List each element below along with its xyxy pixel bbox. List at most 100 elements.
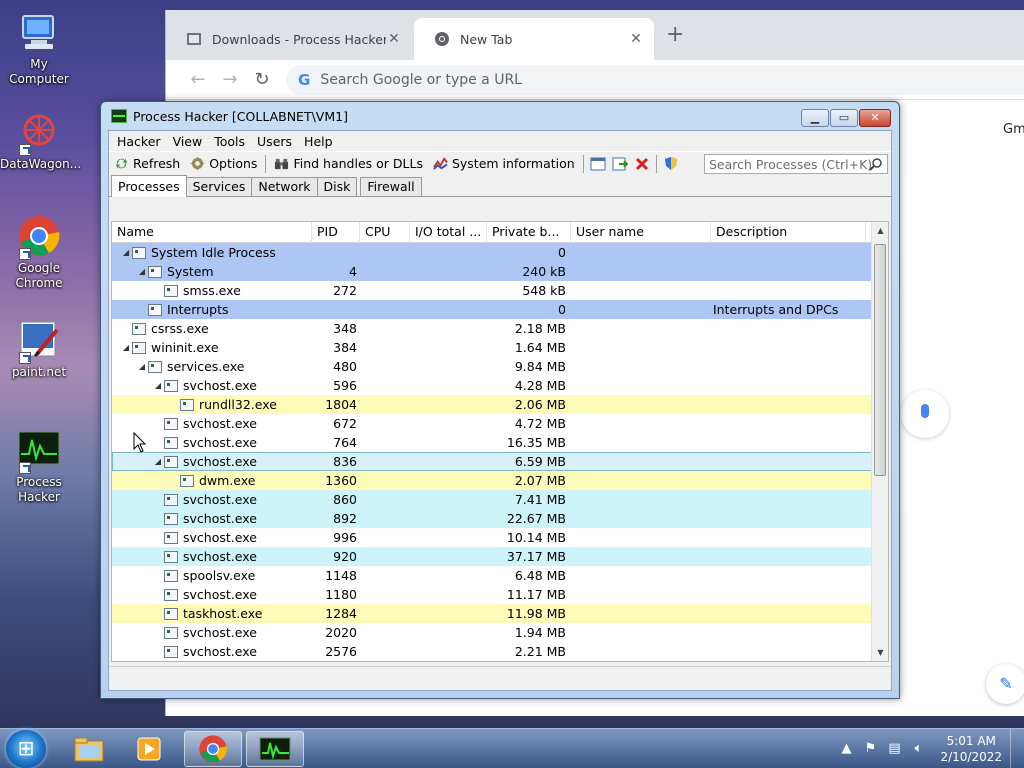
terminate-process-icon[interactable] — [631, 155, 653, 173]
tree-expander-icon[interactable]: ◢ — [152, 452, 164, 471]
window-go-icon[interactable] — [609, 155, 631, 173]
process-row[interactable]: svchost.exe 920 37.17 MB — [112, 547, 888, 566]
taskbar-process-hacker[interactable] — [246, 731, 304, 767]
column-user-name[interactable]: User name — [571, 222, 711, 243]
column-io-total[interactable]: I/O total ... — [410, 222, 487, 243]
process-row[interactable]: ◢ System Idle Process 0 — [112, 243, 888, 262]
window-properties-icon[interactable] — [587, 155, 609, 173]
menu-view[interactable]: View — [167, 134, 209, 149]
vertical-scrollbar[interactable]: ▲ ▼ — [871, 222, 888, 661]
volume-icon[interactable]: 🔈︎ — [909, 740, 927, 758]
tab-disk[interactable]: Disk — [316, 177, 358, 196]
scrollbar-thumb[interactable] — [874, 244, 886, 476]
back-arrow-icon[interactable]: ← — [182, 69, 214, 90]
process-row[interactable]: svchost.exe 764 16.35 MB — [112, 433, 888, 452]
column-description[interactable]: Description — [711, 222, 866, 243]
tab-network[interactable]: Network — [251, 177, 318, 196]
new-tab-button[interactable]: + — [666, 22, 684, 48]
process-row[interactable]: svchost.exe 672 4.72 MB — [112, 414, 888, 433]
find-handles-button[interactable]: Find handles or DLLs — [269, 156, 428, 171]
desktop-icon-google-chrome[interactable]: Google Chrome — [0, 214, 78, 291]
network-icon[interactable]: ▤ — [885, 740, 903, 758]
desktop-icon-process-hacker[interactable]: Process Hacker — [0, 428, 78, 505]
show-hidden-icons-arrow-icon[interactable]: ▲ — [837, 740, 855, 758]
process-row[interactable]: ◢ svchost.exe 836 6.59 MB — [112, 452, 888, 471]
process-row[interactable]: SearchIndexer.exe 2632 21.99 MB — [112, 661, 888, 662]
process-name: wininit.exe — [151, 340, 219, 355]
process-row[interactable]: taskhost.exe 1284 11.98 MB — [112, 604, 888, 623]
tab-processes[interactable]: Processes — [111, 175, 187, 197]
tab-services[interactable]: Services — [185, 177, 253, 196]
reload-icon[interactable]: ↻ — [246, 69, 278, 90]
minimize-button[interactable]: ▁ — [801, 109, 829, 127]
scroll-up-arrow-icon[interactable]: ▲ — [872, 222, 888, 239]
gmail-link[interactable]: Gm — [1003, 122, 1024, 137]
menu-tools[interactable]: Tools — [208, 134, 251, 149]
process-row[interactable]: rundll32.exe 1804 2.06 MB — [112, 395, 888, 414]
close-button[interactable]: ✕ — [859, 109, 891, 127]
forward-arrow-icon[interactable]: → — [214, 69, 246, 90]
tree-expander-icon[interactable]: ◢ — [120, 243, 132, 262]
menu-help[interactable]: Help — [298, 134, 339, 149]
tab-firewall[interactable]: Firewall — [360, 177, 422, 196]
chrome-tab-downloads[interactable]: Downloads - Process Hacker ✕ — [166, 18, 412, 60]
window-titlebar[interactable]: Process Hacker [COLLABNET\VM1] ▁ ▭ ✕ — [101, 102, 899, 130]
process-row[interactable]: ◢ svchost.exe 596 4.28 MB — [112, 376, 888, 395]
process-row[interactable]: ◢ services.exe 480 9.84 MB — [112, 357, 888, 376]
omnibox[interactable]: G Search Google or type a URL — [286, 64, 1024, 95]
process-name-cell: Interrupts — [112, 300, 312, 319]
private-bytes-cell: 11.17 MB — [506, 587, 566, 602]
menu-hacker[interactable]: Hacker — [111, 134, 167, 149]
start-button[interactable] — [6, 730, 46, 768]
close-tab-icon[interactable]: ✕ — [386, 31, 402, 47]
system-information-button[interactable]: System information — [428, 156, 580, 171]
chrome-tab-new-tab[interactable]: New Tab ✕ — [414, 18, 654, 60]
column-private-bytes[interactable]: Private b... — [487, 222, 571, 243]
action-center-flag-icon[interactable]: ⚑ — [861, 740, 879, 758]
tree-expander-icon[interactable]: ◢ — [136, 262, 148, 281]
taskbar-chrome[interactable] — [184, 731, 242, 767]
show-desktop-button[interactable] — [1010, 729, 1024, 768]
process-row[interactable]: ◢ System 4 240 kB — [112, 262, 888, 281]
uac-shield-icon[interactable] — [660, 155, 682, 173]
process-row[interactable]: svchost.exe 892 22.67 MB — [112, 509, 888, 528]
process-row[interactable]: spoolsv.exe 1148 6.48 MB — [112, 566, 888, 585]
process-row[interactable]: smss.exe 272 548 kB — [112, 281, 888, 300]
process-row[interactable]: Interrupts 0 Interrupts and DPCs — [112, 300, 888, 319]
process-name-cell: svchost.exe — [112, 642, 312, 661]
process-row[interactable]: ◢ wininit.exe 384 1.64 MB — [112, 338, 888, 357]
process-tree-list[interactable]: Name PID CPU I/O total ... Private b... … — [111, 221, 889, 662]
scroll-down-arrow-icon[interactable]: ▼ — [872, 644, 888, 661]
process-row[interactable]: csrss.exe 348 2.18 MB — [112, 319, 888, 338]
pid-cell: 2020 — [325, 625, 357, 640]
process-row[interactable]: svchost.exe 2576 2.21 MB — [112, 642, 888, 661]
process-name-cell: rundll32.exe — [112, 395, 312, 414]
tree-expander-icon[interactable]: ◢ — [136, 357, 148, 376]
desktop-icon-paint-net[interactable]: paint.net — [0, 318, 78, 380]
process-row[interactable]: svchost.exe 996 10.14 MB — [112, 528, 888, 547]
column-name[interactable]: Name — [112, 222, 312, 243]
process-row[interactable]: svchost.exe 860 7.41 MB — [112, 490, 888, 509]
microphone-icon[interactable] — [901, 390, 949, 438]
process-row[interactable]: dwm.exe 1360 2.07 MB — [112, 471, 888, 490]
process-row[interactable]: svchost.exe 1180 11.17 MB — [112, 585, 888, 604]
process-row[interactable]: svchost.exe 2020 1.94 MB — [112, 623, 888, 642]
taskbar-media-player[interactable] — [120, 731, 178, 767]
close-tab-icon[interactable]: ✕ — [628, 31, 644, 47]
desktop-icon-datawagon[interactable]: DataWagon... — [0, 110, 81, 172]
clock-time: 5:01 AM — [946, 734, 996, 748]
desktop-icon-my-computer[interactable]: My Computer — [0, 10, 78, 87]
taskbar-clock[interactable]: 5:01 AM 2/10/2022 — [940, 733, 1002, 765]
menu-users[interactable]: Users — [251, 134, 298, 149]
tree-expander-icon[interactable]: ◢ — [152, 376, 164, 395]
refresh-button[interactable]: Refresh — [109, 156, 185, 171]
taskbar-explorer[interactable] — [60, 731, 118, 767]
tree-expander-icon[interactable]: ◢ — [120, 338, 132, 357]
column-pid[interactable]: PID — [312, 222, 360, 243]
customize-pencil-icon[interactable]: ✎ — [986, 664, 1024, 704]
search-processes-input[interactable]: Search Processes (Ctrl+K) — [704, 154, 888, 174]
maximize-button[interactable]: ▭ — [830, 109, 858, 127]
options-button[interactable]: Options — [185, 156, 262, 171]
column-cpu[interactable]: CPU — [360, 222, 410, 243]
user-name-cell — [571, 661, 711, 662]
